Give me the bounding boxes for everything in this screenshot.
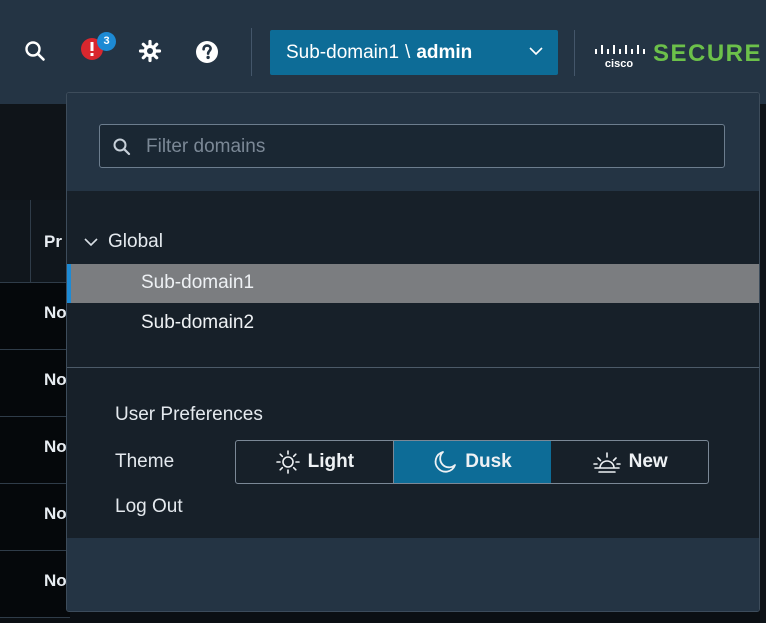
cisco-wordmark: cisco xyxy=(605,58,633,70)
theme-new-button[interactable]: New xyxy=(551,441,708,483)
theme-light-label: Light xyxy=(307,451,355,472)
tree-item-label: Sub-domain1 xyxy=(141,272,255,293)
table-cell: No xyxy=(44,437,67,456)
domain-switcher-popover: Global Sub-domain1 Sub-domain2 User Pref… xyxy=(66,92,760,612)
domain-selector-button[interactable]: Sub-domain1 \ admin xyxy=(270,30,558,75)
filter-domains-field[interactable] xyxy=(99,124,725,169)
column-divider xyxy=(30,200,31,282)
tree-node-label: Global xyxy=(108,231,163,252)
sun-icon xyxy=(275,450,300,474)
current-domain: Sub-domain1 xyxy=(286,41,400,63)
theme-dusk-label: Dusk xyxy=(465,451,512,472)
search-icon xyxy=(113,138,131,156)
table-row[interactable]: No xyxy=(0,417,70,484)
moon-icon xyxy=(434,451,457,473)
tree-node-global[interactable]: Global xyxy=(83,231,163,253)
table-row[interactable]: No xyxy=(0,283,70,350)
table-row[interactable]: No xyxy=(0,350,70,417)
chevron-down-icon xyxy=(529,47,543,56)
theme-new-label: New xyxy=(628,451,668,472)
filter-domains-input[interactable] xyxy=(144,125,718,169)
app-root: Pr No No No No No 3 Sub-domain1 \ admin … xyxy=(0,0,766,623)
theme-label: Theme xyxy=(115,451,175,472)
sunrise-icon xyxy=(592,452,621,473)
table-row[interactable]: No xyxy=(0,484,70,551)
header-divider xyxy=(251,28,252,76)
filter-section xyxy=(67,93,759,191)
top-header-bar: 3 Sub-domain1 \ admin cisco SECURE xyxy=(0,0,766,104)
notification-badge: 3 xyxy=(97,32,116,51)
gear-icon[interactable] xyxy=(138,39,162,68)
table-column-header[interactable]: Pr xyxy=(44,232,62,252)
theme-light-button[interactable]: Light xyxy=(236,441,394,483)
table-cell: No xyxy=(44,370,67,389)
product-name: SECURE xyxy=(653,40,763,67)
help-icon[interactable] xyxy=(195,40,219,69)
table-cell: No xyxy=(44,571,67,590)
current-user: admin xyxy=(416,41,473,63)
tree-item-sub-domain2[interactable]: Sub-domain2 xyxy=(67,304,759,343)
chevron-down-icon xyxy=(84,238,98,247)
table-row[interactable]: No xyxy=(0,551,70,618)
logout-link[interactable]: Log Out xyxy=(115,496,183,518)
domain-tree: Global Sub-domain1 Sub-domain2 xyxy=(67,191,759,367)
selection-indicator xyxy=(67,264,71,303)
theme-toggle-group: Light Dusk New xyxy=(235,440,709,484)
domain-user-separator: \ xyxy=(405,41,411,63)
theme-dusk-button[interactable]: Dusk xyxy=(393,441,552,483)
tree-item-label: Sub-domain2 xyxy=(141,312,255,333)
background-panel xyxy=(760,104,766,623)
popover-footer xyxy=(67,538,759,611)
search-icon[interactable] xyxy=(24,40,46,67)
cisco-logo: cisco xyxy=(592,40,646,75)
user-preferences-link[interactable]: User Preferences xyxy=(115,404,263,426)
table-cell: No xyxy=(44,504,67,523)
table-cell: No xyxy=(44,303,67,322)
background-panel xyxy=(0,104,70,200)
tree-item-sub-domain1[interactable]: Sub-domain1 xyxy=(67,264,759,303)
header-divider xyxy=(574,30,575,76)
preferences-section: User Preferences Theme Light Dusk New Lo… xyxy=(67,368,759,538)
